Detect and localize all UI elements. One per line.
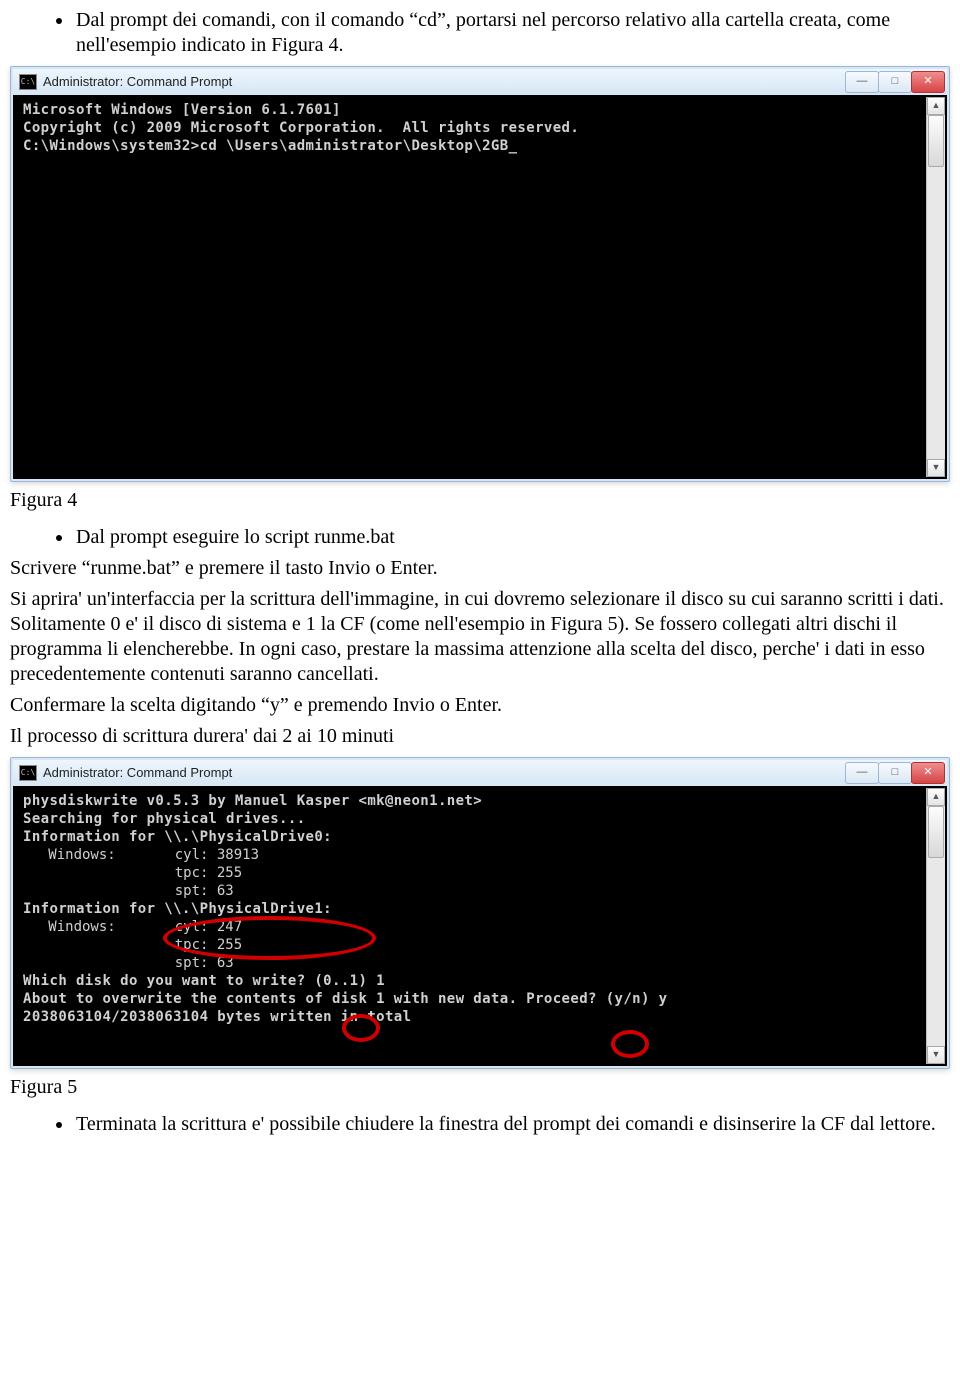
console-line: Which disk do you want to write? (0..1) … (23, 972, 937, 990)
console-line: Windows: cyl: 247 (23, 918, 937, 936)
scroll-up-arrow-icon[interactable]: ▲ (927, 97, 945, 115)
console-line: Searching for physical drives... (23, 810, 937, 828)
bullet-text: Terminata la scrittura e' possibile chiu… (76, 1113, 936, 1135)
console-line: Information for \\.\PhysicalDrive0: (23, 828, 937, 846)
maximize-button[interactable]: □ (878, 762, 912, 784)
scroll-track[interactable] (927, 806, 945, 1046)
console-line: tpc: 255 (23, 936, 937, 954)
minimize-button[interactable]: — (845, 762, 879, 784)
console-client-area[interactable]: physdiskwrite v0.5.3 by Manuel Kasper <m… (13, 786, 947, 1066)
console-line: Copyright (c) 2009 Microsoft Corporation… (23, 119, 937, 137)
figure-4-caption: Figura 4 (10, 488, 950, 513)
window-buttons: — □ ✕ (846, 762, 945, 784)
window-titlebar: C:\ Administrator: Command Prompt — □ ✕ (13, 760, 947, 786)
body-text-1: Scrivere “runme.bat” e premere il tasto … (10, 556, 950, 581)
bullet-text: Dal prompt eseguire lo script runme.bat (76, 526, 395, 548)
window-title-group: C:\ Administrator: Command Prompt (19, 74, 232, 90)
window-titlebar: C:\ Administrator: Command Prompt — □ ✕ (13, 69, 947, 95)
figure-5-caption: Figura 5 (10, 1075, 950, 1100)
body-text-2: Si aprira' un'interfaccia per la scrittu… (10, 587, 950, 687)
window-title: Administrator: Command Prompt (43, 765, 232, 781)
body-text-4: Il processo di scrittura durera' dai 2 a… (10, 724, 950, 749)
scroll-thumb[interactable] (928, 806, 944, 858)
console-line: Information for \\.\PhysicalDrive1: (23, 900, 937, 918)
console-line: Microsoft Windows [Version 6.1.7601] (23, 101, 937, 119)
console-line: spt: 63 (23, 954, 937, 972)
console-line: spt: 63 (23, 882, 937, 900)
vertical-scrollbar[interactable]: ▲ ▼ (926, 97, 945, 477)
scroll-track[interactable] (927, 115, 945, 459)
bullet-item-1: Dal prompt dei comandi, con il comando “… (74, 8, 950, 58)
bullet-list-1: Dal prompt dei comandi, con il comando “… (10, 8, 950, 58)
scroll-down-arrow-icon[interactable]: ▼ (927, 1046, 945, 1064)
console-line: About to overwrite the contents of disk … (23, 990, 937, 1008)
scroll-thumb[interactable] (928, 115, 944, 167)
scroll-down-arrow-icon[interactable]: ▼ (927, 459, 945, 477)
command-prompt-icon: C:\ (19, 74, 37, 90)
window-title: Administrator: Command Prompt (43, 74, 232, 90)
window-title-group: C:\ Administrator: Command Prompt (19, 765, 232, 781)
bullet-item-2: Dal prompt eseguire lo script runme.bat (74, 525, 950, 550)
close-button[interactable]: ✕ (911, 71, 945, 93)
red-highlight-confirm-y (611, 1030, 649, 1058)
window-buttons: — □ ✕ (846, 71, 945, 93)
console-client-area[interactable]: Microsoft Windows [Version 6.1.7601] Cop… (13, 95, 947, 479)
console-line: C:\Windows\system32>cd \Users\administra… (23, 137, 937, 155)
close-button[interactable]: ✕ (911, 762, 945, 784)
console-line: Windows: cyl: 38913 (23, 846, 937, 864)
bullet-text: Dal prompt dei comandi, con il comando “… (76, 9, 890, 56)
command-prompt-icon: C:\ (19, 765, 37, 781)
vertical-scrollbar[interactable]: ▲ ▼ (926, 788, 945, 1064)
bullet-item-3: Terminata la scrittura e' possibile chiu… (74, 1112, 950, 1137)
figure-5-window: C:\ Administrator: Command Prompt — □ ✕ … (10, 757, 950, 1069)
bullet-list-3: Terminata la scrittura e' possibile chiu… (10, 1112, 950, 1137)
console-line: 2038063104/2038063104 bytes written in t… (23, 1008, 937, 1026)
scroll-up-arrow-icon[interactable]: ▲ (927, 788, 945, 806)
console-line: physdiskwrite v0.5.3 by Manuel Kasper <m… (23, 792, 937, 810)
body-text-3: Confermare la scelta digitando “y” e pre… (10, 693, 950, 718)
figure-4-window: C:\ Administrator: Command Prompt — □ ✕ … (10, 66, 950, 482)
minimize-button[interactable]: — (845, 71, 879, 93)
console-line: tpc: 255 (23, 864, 937, 882)
bullet-list-2: Dal prompt eseguire lo script runme.bat (10, 525, 950, 550)
maximize-button[interactable]: □ (878, 71, 912, 93)
